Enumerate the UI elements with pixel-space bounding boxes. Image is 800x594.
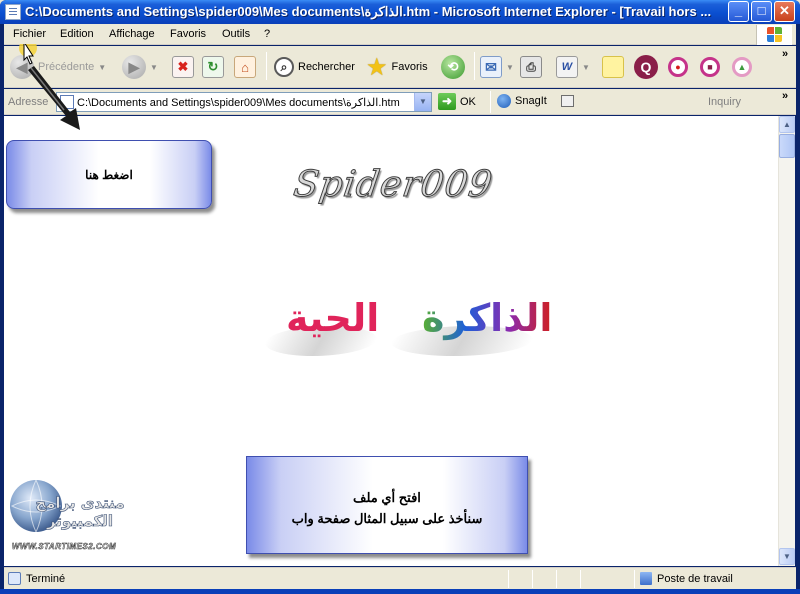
image-icon: ▲ (732, 57, 752, 77)
ie-window: C:\Documents and Settings\spider009\Mes … (0, 0, 800, 594)
forward-arrow-icon: ▶ (122, 55, 146, 79)
addon-image-button[interactable]: ▲ (732, 51, 752, 83)
search-icon: ⌕ (274, 57, 294, 77)
printer-icon: ⎙ (520, 56, 542, 78)
address-input[interactable]: C:\Documents and Settings\spider009\Mes … (56, 92, 432, 112)
mail-icon: ✉ (480, 56, 502, 78)
refresh-button[interactable]: ↻ (202, 51, 224, 83)
sticky-note-icon (602, 56, 624, 78)
mail-button[interactable]: ✉ ▼ (480, 51, 514, 83)
minimize-button[interactable]: _ (728, 1, 749, 22)
ie-page-icon (5, 4, 21, 20)
menu-bar: Fichier Edition Affichage Favoris Outils… (4, 24, 796, 45)
scroll-up-icon[interactable]: ▲ (779, 116, 795, 133)
snagit-capture-icon[interactable] (560, 95, 574, 107)
callout-line-1: افتح أي ملف (353, 490, 421, 505)
window-bottom-border (0, 589, 800, 594)
status-divider (634, 570, 635, 588)
go-button[interactable]: ➜ OK (438, 93, 476, 110)
toolbar-separator (474, 52, 475, 80)
word-icon: W (556, 56, 578, 78)
zone-label: Poste de travail (657, 572, 733, 585)
menu-fichier[interactable]: Fichier (13, 28, 46, 40)
edit-word-button[interactable]: W ▼ (556, 51, 590, 83)
favorites-label: Favoris (391, 61, 428, 73)
windows-logo (756, 25, 792, 45)
forum-logo-url: WWW.STARTIMES2.COM (12, 542, 117, 552)
wordart-memory: الذاكرة (422, 296, 552, 356)
forum-watermark-logo: منتدى برامج الكمبيوتر WWW.STARTIMES2.COM (8, 476, 140, 558)
chevron-down-icon: ▼ (506, 62, 514, 72)
scroll-down-icon[interactable]: ▼ (779, 548, 795, 565)
forward-button[interactable]: ▶ ▼ (122, 51, 158, 83)
stop-button[interactable]: ✖ (172, 51, 194, 83)
callout-top-text: اضغط هنا (85, 168, 133, 182)
standard-toolbar: ◀ Précédente ▼ ▶ ▼ ✖ ↻ ⌂ ⌕ Rechercher ★ … (4, 46, 796, 88)
snagit-button[interactable]: SnagIt (497, 94, 574, 108)
print-button[interactable]: ⎙ (520, 51, 542, 83)
window-title: C:\Documents and Settings\spider009\Mes … (25, 4, 712, 19)
status-divider (556, 570, 557, 588)
callout-line-2: سنأخذ على سبيل المثال صفحة واب (291, 511, 483, 526)
inquiry-field[interactable]: Inquiry (708, 96, 741, 108)
open-file-callout: افتح أي ملف سنأخذ على سبيل المثال صفحة و… (246, 456, 528, 554)
security-zone: Poste de travail (640, 572, 733, 585)
chevron-down-icon: ▼ (582, 62, 590, 72)
menu-edition[interactable]: Edition (60, 28, 94, 40)
menu-help[interactable]: ? (264, 28, 270, 40)
home-button[interactable]: ⌂ (234, 51, 256, 83)
snagit-icon (497, 94, 511, 108)
title-bar[interactable]: C:\Documents and Settings\spider009\Mes … (0, 0, 800, 24)
search-button[interactable]: ⌕ Rechercher (274, 51, 355, 83)
wordart-alive: الحية (286, 296, 380, 340)
addon-save-button[interactable]: ■ (700, 51, 720, 83)
page-status-icon (8, 572, 21, 585)
chevron-down-icon: ▼ (98, 62, 107, 72)
go-label: OK (460, 95, 476, 108)
notes-button[interactable] (602, 51, 624, 83)
status-divider (508, 570, 509, 588)
close-button[interactable]: ✕ (774, 1, 795, 22)
status-divider (580, 570, 581, 588)
spider-logo: Spider009 (291, 164, 496, 206)
star-icon: ★ (366, 53, 388, 81)
addon-record-button[interactable]: ● (668, 51, 688, 83)
home-icon: ⌂ (234, 56, 256, 78)
toolbar-overflow-chevron[interactable]: » (782, 48, 788, 60)
maximize-button[interactable]: □ (751, 1, 772, 22)
status-divider (532, 570, 533, 588)
address-value: C:\Documents and Settings\spider009\Mes … (77, 97, 400, 109)
go-arrow-icon: ➜ (438, 93, 456, 110)
status-text: Terminé (26, 573, 66, 585)
stop-icon: ✖ (172, 56, 194, 78)
address-dropdown-icon[interactable]: ▼ (414, 93, 431, 111)
addon-q-button[interactable]: Q (634, 51, 658, 83)
address-bar: Adresse C:\Documents and Settings\spider… (4, 89, 796, 115)
menu-outils[interactable]: Outils (222, 28, 250, 40)
click-here-callout: اضغط هنا (6, 140, 212, 209)
snagit-label: SnagIt (515, 95, 547, 107)
windows-flag-icon (767, 27, 783, 43)
tutorial-arrow-icon (19, 44, 80, 130)
status-bar: Terminé Poste de travail (4, 567, 796, 589)
address-overflow-chevron[interactable]: » (782, 90, 788, 102)
menu-favoris[interactable]: Favoris (170, 28, 206, 40)
save-icon: ■ (700, 57, 720, 77)
scroll-thumb[interactable] (779, 134, 795, 158)
record-icon: ● (668, 57, 688, 77)
refresh-icon: ↻ (202, 56, 224, 78)
q-logo-icon: Q (634, 55, 658, 79)
toolbar-separator (266, 52, 267, 80)
computer-icon (640, 572, 652, 585)
address-separator (490, 91, 491, 113)
vertical-scrollbar[interactable]: ▲ ▼ (778, 116, 795, 566)
chevron-down-icon: ▼ (150, 62, 158, 72)
history-icon: ⟲ (441, 55, 465, 79)
page-content: اضغط هنا Spider009 الحية الذاكرة افتح أي… (4, 116, 778, 566)
forum-logo-text: منتدى برامج الكمبيوتر (35, 494, 125, 531)
favorites-button[interactable]: ★ Favoris (366, 51, 428, 83)
menu-affichage[interactable]: Affichage (109, 28, 155, 40)
search-label: Rechercher (298, 61, 355, 73)
history-button[interactable]: ⟲ (441, 51, 465, 83)
